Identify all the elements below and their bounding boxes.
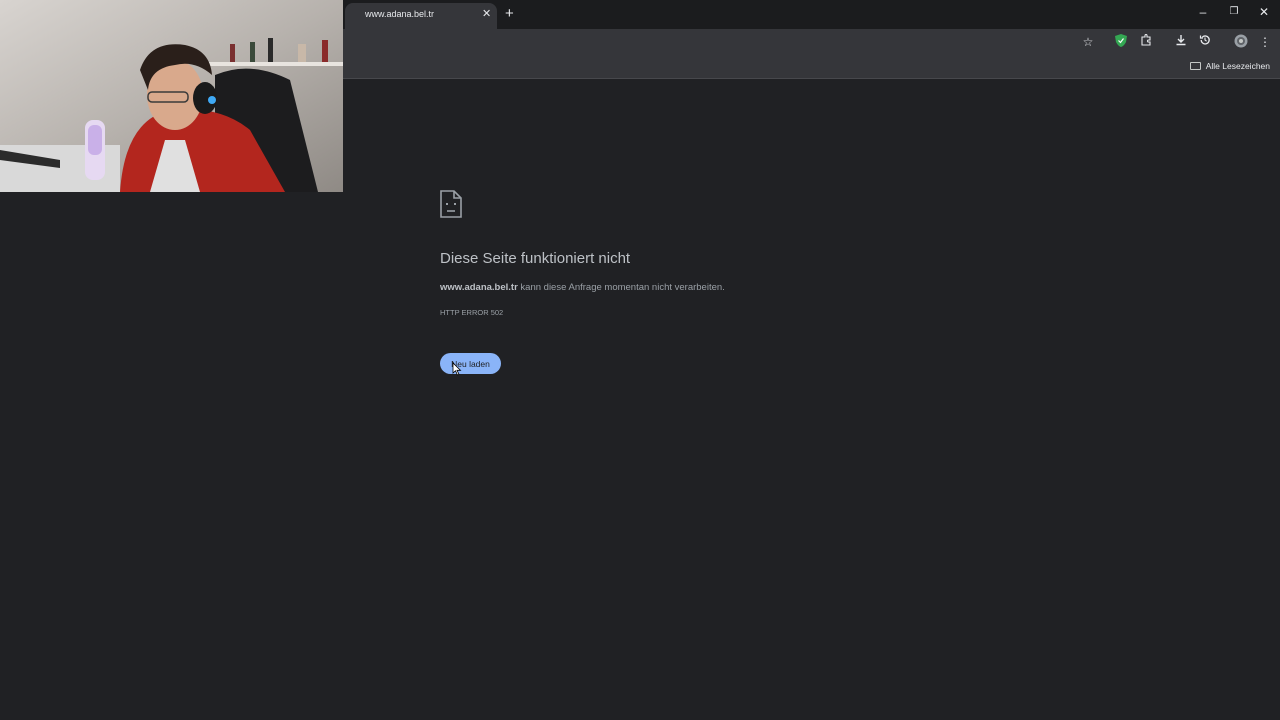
error-description: www.adana.bel.tr kann diese Anfrage mome… [440,282,725,293]
restore-icon[interactable]: ❐ [1224,6,1244,17]
reload-button[interactable]: Neu laden [440,353,501,374]
minimize-icon[interactable]: – [1193,5,1213,19]
close-icon[interactable]: ✕ [482,7,491,20]
star-icon[interactable]: ☆ [1080,34,1096,50]
window-close-icon[interactable]: ✕ [1254,5,1274,19]
new-tab-icon[interactable]: + [505,5,514,22]
folder-icon [1189,62,1201,70]
all-bookmarks-button[interactable]: Alle Lesezeichen [1189,61,1270,71]
mouse-cursor [452,362,462,381]
sad-page-icon [440,190,462,223]
error-code: HTTP ERROR 502 [440,308,504,317]
tab-title: www.adana.bel.tr [365,9,435,19]
download-icon[interactable] [1173,34,1189,50]
profile-avatar[interactable] [1233,34,1249,50]
kebab-menu-icon[interactable]: ⋮ [1257,34,1273,50]
error-title: Diese Seite funktioniert nicht [440,250,631,267]
webcam-overlay [0,0,343,192]
puzzle-icon[interactable] [1138,33,1154,50]
error-host: www.adana.bel.tr [440,282,518,293]
history-icon[interactable] [1197,34,1213,50]
browser-tab[interactable]: www.adana.bel.tr ✕ [345,3,497,29]
error-message: kann diese Anfrage momentan nicht verarb… [517,282,725,293]
shield-extension-icon[interactable] [1113,34,1129,50]
all-bookmarks-label: Alle Lesezeichen [1205,61,1270,71]
